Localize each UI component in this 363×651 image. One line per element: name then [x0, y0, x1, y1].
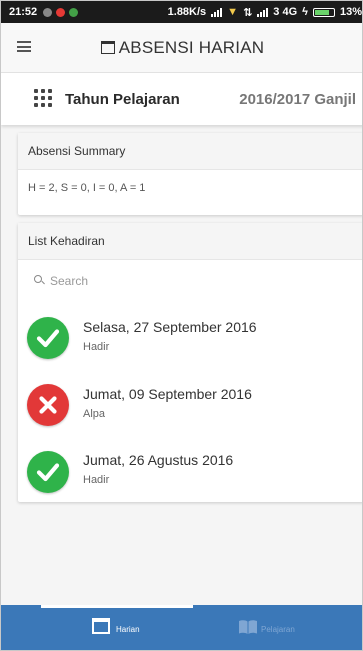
calendar-icon	[100, 41, 115, 54]
school-year-value[interactable]: 2016/2017 Ganjil	[239, 91, 356, 108]
charging-icon: ϟ	[302, 6, 308, 18]
bottom-nav: Harian Pelajaran	[1, 605, 362, 650]
attendance-list-card: List Kehadiran Selasa, 27 September 2016…	[18, 223, 362, 502]
attendance-list-title: List Kehadiran	[18, 223, 362, 260]
list-item[interactable]: Jumat, 26 Agustus 2016 Hadir	[18, 438, 362, 502]
summary-title: Absensi Summary	[18, 133, 362, 170]
app-header: ABSENSI HARIAN	[1, 23, 362, 73]
search-input[interactable]	[48, 270, 342, 292]
wifi-icon: ▼	[227, 6, 239, 18]
network-type: 3 4G	[273, 6, 298, 18]
tab-pelajaran-label: Pelajaran	[261, 625, 295, 634]
tab-harian-label: Harian	[116, 625, 140, 634]
summary-text: H = 2, S = 0, I = 0, A = 1	[28, 182, 146, 194]
item-status: Alpa	[83, 408, 106, 420]
app-frame: 21:52 1.88K/s ▼ ⇅ 3 4G ϟ 13% ABSENSI HAR…	[0, 0, 363, 651]
item-status: Hadir	[83, 474, 110, 486]
apps-grid-icon	[34, 89, 52, 107]
tab-harian[interactable]: Harian	[1, 605, 182, 650]
search-icon	[34, 275, 42, 283]
page-title-text: ABSENSI HARIAN	[118, 38, 265, 57]
status-right: 1.88K/s ▼ ⇅ 3 4G ϟ 13%	[168, 6, 362, 19]
notification-icon	[69, 7, 79, 17]
battery-level: 13%	[339, 6, 362, 18]
page-title: ABSENSI HARIAN	[1, 38, 362, 58]
list-item[interactable]: Jumat, 09 September 2016 Alpa	[18, 371, 362, 435]
calendar-icon	[92, 618, 110, 634]
battery-icon	[312, 7, 335, 17]
signal-icon	[211, 7, 223, 17]
cross-icon	[27, 384, 69, 426]
item-status: Hadir	[83, 341, 110, 353]
notification-icon	[56, 7, 66, 17]
list-item[interactable]: Selasa, 27 September 2016 Hadir	[18, 304, 362, 368]
search-bar[interactable]	[18, 260, 362, 300]
item-date: Jumat, 26 Agustus 2016	[83, 452, 234, 468]
network-speed: 1.88K/s	[167, 6, 207, 18]
school-year-label: Tahun Pelajaran	[65, 91, 180, 108]
status-bar: 21:52 1.88K/s ▼ ⇅ 3 4G ϟ 13%	[1, 1, 362, 23]
item-date: Jumat, 09 September 2016	[83, 386, 252, 402]
tab-pelajaran[interactable]: Pelajaran	[182, 605, 362, 650]
book-icon	[239, 620, 257, 634]
school-year-bar[interactable]: Tahun Pelajaran 2016/2017 Ganjil	[1, 73, 362, 125]
check-icon	[27, 317, 69, 359]
check-icon	[27, 451, 69, 493]
notification-icon	[43, 7, 53, 17]
status-time: 21:52	[9, 6, 38, 18]
item-date: Selasa, 27 September 2016	[83, 319, 257, 335]
signal-icon	[257, 7, 269, 17]
summary-card: Absensi Summary H = 2, S = 0, I = 0, A =…	[18, 133, 362, 215]
data-arrows-icon: ⇅	[243, 6, 253, 19]
